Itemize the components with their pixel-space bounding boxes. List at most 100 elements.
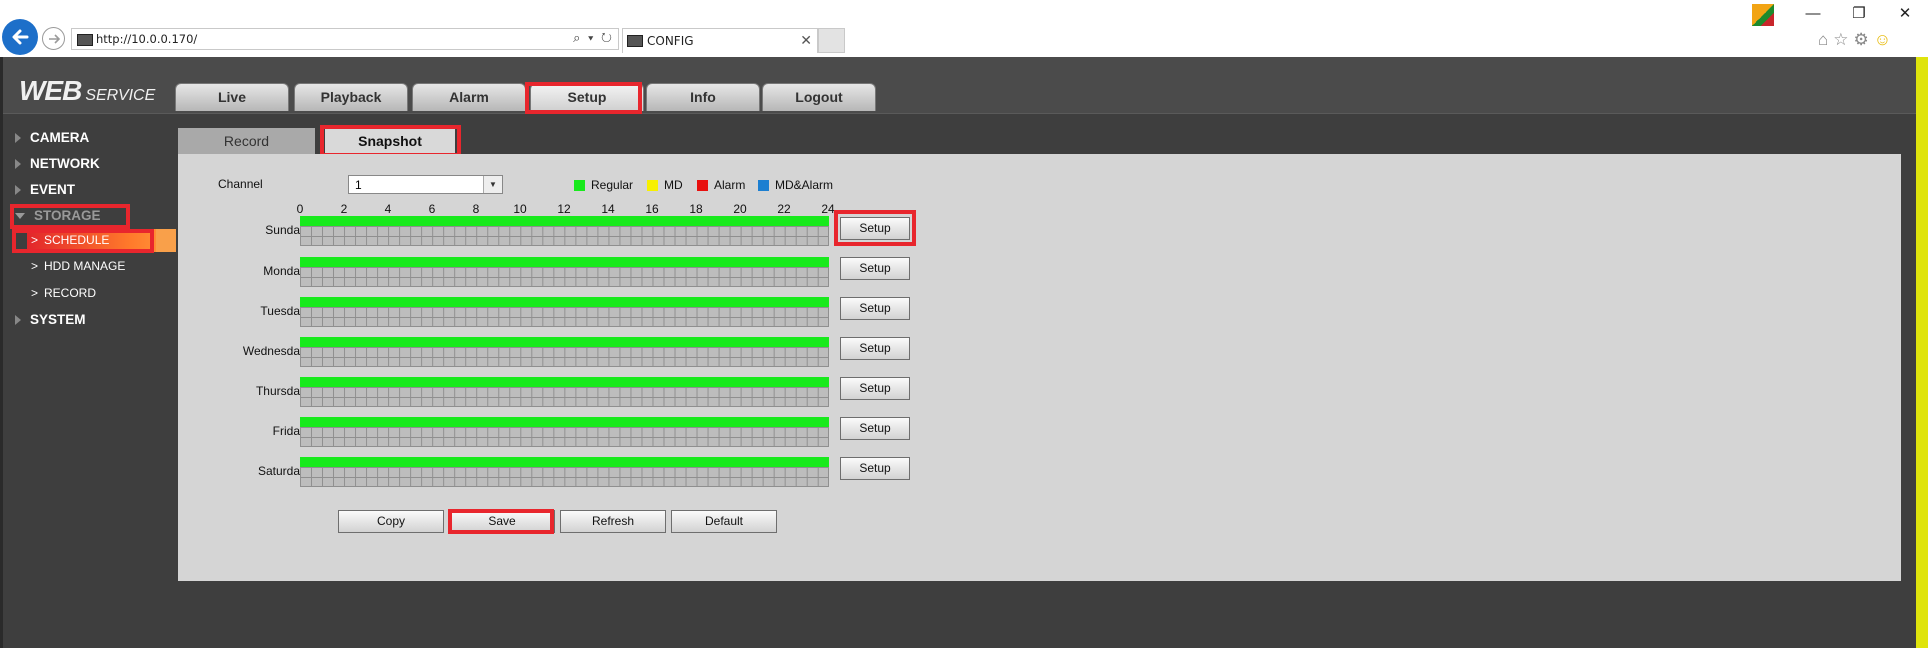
sidebar-item-system[interactable]: SYSTEM: [15, 309, 86, 331]
schedule-grid[interactable]: [300, 267, 829, 287]
hour-tick: 8: [472, 202, 480, 216]
browser-tab[interactable]: CONFIG ✕: [622, 28, 818, 53]
setup-button-friday[interactable]: Setup: [840, 417, 910, 440]
close-tab-icon[interactable]: ✕: [800, 32, 812, 49]
back-button[interactable]: [2, 19, 38, 55]
web-service-logo: WEB SERVICE: [19, 75, 155, 107]
tab-info[interactable]: Info: [646, 83, 760, 111]
schedule-grid[interactable]: [300, 387, 829, 407]
avg-extension-icon[interactable]: [1752, 4, 1774, 26]
schedule-grid[interactable]: [300, 427, 829, 447]
day-row-sunday[interactable]: [300, 216, 829, 246]
collapsed-arrow-icon: [15, 159, 21, 170]
refresh-button[interactable]: Refresh: [560, 510, 666, 533]
logo-main: WEB: [19, 75, 82, 106]
hour-tick: 24: [821, 202, 835, 216]
smiley-icon[interactable]: ☺: [1874, 30, 1891, 50]
tab-live[interactable]: Live: [175, 83, 289, 111]
hour-tick: 18: [689, 202, 703, 216]
web-service-app: WEB SERVICE Live Playback Alarm Setup Inf…: [0, 57, 1916, 648]
sidebar-item-label: STORAGE: [34, 208, 101, 223]
sidebar-subitem-label: HDD MANAGE: [44, 259, 126, 273]
sidebar-item-label: EVENT: [30, 182, 76, 197]
dropdown-arrow-icon[interactable]: ▼: [483, 176, 502, 193]
sidebar-subitem-record[interactable]: > RECORD: [31, 283, 96, 303]
setup-button-saturday[interactable]: Setup: [840, 457, 910, 480]
tab-record[interactable]: Record: [178, 128, 315, 154]
hour-tick: 14: [601, 202, 615, 216]
sidebar-subitem-hdd-manage[interactable]: > HDD MANAGE: [31, 256, 125, 276]
legend-md-alarm: MD&Alarm: [758, 178, 833, 192]
hour-tick: 16: [645, 202, 659, 216]
regular-schedule-bar: [300, 216, 829, 226]
home-icon[interactable]: ⌂: [1818, 30, 1828, 50]
forward-button[interactable]: [42, 27, 65, 50]
window-controls: — ❐ ✕: [1790, 0, 1928, 28]
setup-button-monday[interactable]: Setup: [840, 257, 910, 280]
day-row-friday[interactable]: [300, 417, 829, 447]
legend-label: Alarm: [714, 178, 746, 192]
setup-button-wednesday[interactable]: Setup: [840, 337, 910, 360]
regular-schedule-bar: [300, 297, 829, 307]
restore-icon[interactable]: ❐: [1836, 0, 1882, 28]
day-row-thursday[interactable]: [300, 377, 829, 407]
site-icon: [77, 34, 93, 46]
address-bar[interactable]: http://10.0.0.170/ ⌕ ▾ ↻: [71, 28, 619, 50]
legend-md: MD: [647, 178, 683, 192]
logo-sub: SERVICE: [85, 87, 156, 104]
sidebar-subitem-schedule[interactable]: > SCHEDULE: [31, 230, 109, 250]
tab-logout[interactable]: Logout: [762, 83, 876, 111]
gear-icon[interactable]: ⚙: [1854, 30, 1869, 50]
day-row-tuesday[interactable]: [300, 297, 829, 327]
day-row-monday[interactable]: [300, 257, 829, 287]
setup-button-sunday[interactable]: Setup: [840, 217, 910, 240]
setup-button-thursday[interactable]: Setup: [840, 377, 910, 400]
url-text: http://10.0.0.170/: [96, 32, 198, 46]
sidebar-item-label: NETWORK: [30, 156, 100, 171]
regular-schedule-bar: [300, 457, 829, 467]
chevron-right-icon: >: [31, 286, 39, 300]
regular-schedule-bar: [300, 377, 829, 387]
hour-tick: 12: [557, 202, 571, 216]
channel-select[interactable]: 1 ▼: [348, 175, 503, 194]
new-tab-button[interactable]: [818, 28, 845, 53]
legend-label: Regular: [591, 178, 634, 192]
legend-swatch: [758, 179, 769, 191]
browser-chrome: http://10.0.0.170/ ⌕ ▾ ↻ CONFIG ✕ — ❐ ✕ …: [0, 0, 1928, 57]
sidebar-item-camera[interactable]: CAMERA: [15, 127, 89, 149]
tab-setup[interactable]: Setup: [530, 83, 644, 111]
minimize-icon[interactable]: —: [1790, 0, 1836, 28]
default-button[interactable]: Default: [671, 510, 777, 533]
collapsed-arrow-icon: [15, 133, 21, 144]
schedule-grid[interactable]: [300, 307, 829, 327]
sidebar-item-storage[interactable]: STORAGE: [15, 205, 101, 227]
schedule-grid[interactable]: [300, 347, 829, 367]
day-label-saturday: Saturday: [257, 464, 306, 478]
schedule-grid[interactable]: [300, 467, 829, 487]
sidebar-item-event[interactable]: EVENT: [15, 179, 75, 201]
day-row-saturday[interactable]: [300, 457, 829, 487]
tab-alarm[interactable]: Alarm: [412, 83, 526, 111]
legend-swatch: [697, 179, 708, 191]
collapsed-arrow-icon: [15, 315, 21, 326]
legend-regular: Regular: [574, 178, 633, 192]
copy-button[interactable]: Copy: [338, 510, 444, 533]
hour-tick: 10: [513, 202, 527, 216]
day-row-wednesday[interactable]: [300, 337, 829, 367]
tab-snapshot[interactable]: Snapshot: [325, 128, 455, 154]
expanded-arrow-icon: [15, 213, 25, 220]
tab-site-icon: [627, 35, 643, 47]
star-icon[interactable]: ☆: [1833, 30, 1848, 50]
hour-tick: 6: [428, 202, 436, 216]
tab-playback[interactable]: Playback: [294, 83, 408, 111]
address-tools-icons[interactable]: ⌕ ▾ ↻: [573, 30, 614, 46]
sidebar-item-label: CAMERA: [30, 130, 90, 145]
save-button[interactable]: Save: [449, 510, 555, 533]
schedule-grid[interactable]: [300, 226, 829, 246]
setup-button-tuesday[interactable]: Setup: [840, 297, 910, 320]
sidebar-item-network[interactable]: NETWORK: [15, 153, 100, 175]
schedule-selected-tab: [156, 229, 176, 252]
hour-tick: 0: [296, 202, 304, 216]
close-window-icon[interactable]: ✕: [1882, 0, 1928, 28]
legend-swatch: [647, 179, 658, 191]
